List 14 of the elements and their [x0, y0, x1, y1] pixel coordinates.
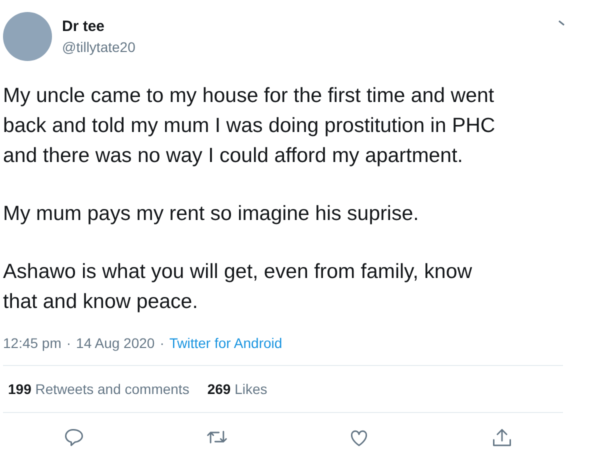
tweet-stat[interactable]: 199 Retweets and comments [8, 381, 190, 397]
user-handle: @tillytate20 [62, 39, 136, 55]
tweet-text: My uncle came to my house for the first time and went back and told my mum I was doing prostitution in PHC and there was no way I could afford my apartment. [3, 83, 496, 169]
separator: · [160, 335, 164, 351]
display-name[interactable]: Dr tee [62, 18, 136, 35]
tweet-date: 14 Aug 2020 [76, 335, 155, 351]
share-icon[interactable] [490, 427, 513, 449]
tweet-text: My mum pays my rent so imagine his suprise. [3, 201, 420, 227]
tweet-time: 12:45 pm [3, 335, 62, 351]
tweet-text: Ashawo is what you will get, even from family, know that and know peace. [3, 259, 474, 315]
separator: · [66, 335, 72, 351]
avatar[interactable] [3, 12, 52, 61]
tweet-stat[interactable]: 269 Likes [207, 381, 268, 397]
reply-icon[interactable] [63, 427, 86, 449]
